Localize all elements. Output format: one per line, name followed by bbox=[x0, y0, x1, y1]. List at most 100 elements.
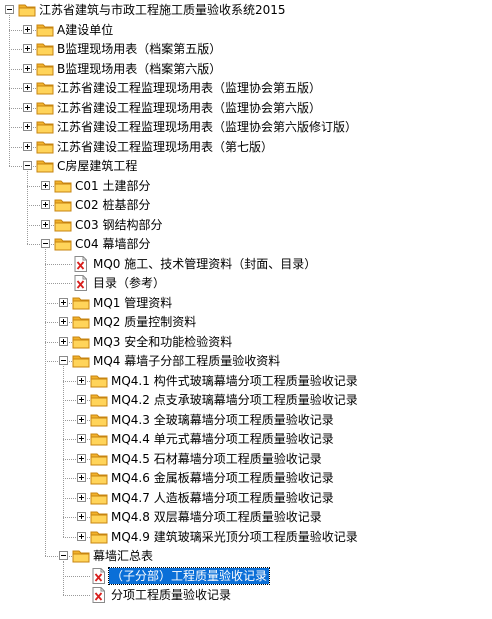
node-label[interactable]: 江苏省建设工程监理现场用表（第七版） bbox=[55, 139, 275, 155]
node-catalog[interactable]: 目录（参考） bbox=[0, 274, 492, 293]
node-label[interactable]: MQ4.1 构件式玻璃幕墙分项工程质量验收记录 bbox=[109, 373, 360, 389]
node-label[interactable]: C房屋建筑工程 bbox=[55, 158, 139, 174]
node-c01-civil[interactable]: C01 土建部分 bbox=[0, 177, 492, 196]
node-mq4-6[interactable]: MQ4.6 金属板幕墙分项工程质量验收记录 bbox=[0, 469, 492, 488]
node-mq4-7[interactable]: MQ4.7 人造板幕墙分项工程质量验收记录 bbox=[0, 489, 492, 508]
node-subdivision-record[interactable]: （子分部）工程质量验收记录 bbox=[0, 566, 492, 586]
node-js-supervision-6th-rev[interactable]: 江苏省建设工程监理现场用表（监理协会第六版修订版） bbox=[0, 118, 492, 137]
expand-toggle-icon[interactable] bbox=[41, 200, 50, 209]
node-mq4-2[interactable]: MQ4.2 点支承玻璃幕墙分项工程质量验收记录 bbox=[0, 391, 492, 410]
node-mq3[interactable]: MQ3 安全和功能检验资料 bbox=[0, 333, 492, 352]
node-label[interactable]: MQ3 安全和功能检验资料 bbox=[91, 334, 234, 350]
folder-icon bbox=[36, 22, 54, 38]
node-label[interactable]: MQ4.6 金属板幕墙分项工程质量验收记录 bbox=[109, 470, 336, 486]
collapse-toggle-icon[interactable] bbox=[59, 356, 68, 365]
expand-toggle-icon[interactable] bbox=[77, 492, 86, 502]
node-label[interactable]: 江苏省建设工程监理现场用表（监理协会第六版） bbox=[55, 100, 323, 116]
expand-toggle-icon[interactable] bbox=[23, 83, 32, 92]
node-label[interactable]: MQ4 幕墙子分部工程质量验收资料 bbox=[91, 353, 282, 369]
expand-toggle-icon[interactable] bbox=[77, 395, 86, 404]
collapse-toggle-icon[interactable] bbox=[41, 239, 50, 248]
node-mq4-4[interactable]: MQ4.4 单元式幕墙分项工程质量验收记录 bbox=[0, 430, 492, 449]
node-label[interactable]: A建设单位 bbox=[55, 22, 115, 38]
tree-root[interactable]: 江苏省建筑与市政工程施工质量验收系统2015 bbox=[0, 1, 492, 20]
node-label[interactable]: MQ4.5 石材幕墙分项工程质量验收记录 bbox=[109, 451, 324, 467]
node-label[interactable]: B监理现场用表（档案第六版） bbox=[55, 61, 223, 77]
expand-toggle-icon[interactable] bbox=[23, 24, 32, 34]
node-label[interactable]: C02 桩基部分 bbox=[73, 197, 152, 213]
expand-toggle-icon[interactable] bbox=[23, 102, 32, 112]
node-label[interactable]: MQ4.3 全玻璃幕墙分项工程质量验收记录 bbox=[109, 412, 336, 428]
node-mq0[interactable]: MQ0 施工、技术管理资料（封面、目录） bbox=[0, 255, 492, 274]
expand-toggle-icon[interactable] bbox=[59, 317, 68, 326]
folder-icon bbox=[36, 119, 54, 135]
expand-toggle-icon[interactable] bbox=[77, 453, 86, 463]
folder-icon bbox=[90, 490, 108, 506]
node-label[interactable]: 幕墙汇总表 bbox=[91, 548, 155, 564]
node-b-supervision-6th[interactable]: B监理现场用表（档案第六版） bbox=[0, 60, 492, 79]
node-mq1[interactable]: MQ1 管理资料 bbox=[0, 294, 492, 313]
node-label[interactable]: 江苏省建筑与市政工程施工质量验收系统2015 bbox=[37, 2, 288, 18]
expand-toggle-icon[interactable] bbox=[23, 63, 32, 73]
expand-toggle-icon[interactable] bbox=[23, 141, 32, 151]
folder-icon bbox=[90, 431, 108, 447]
node-label[interactable]: MQ2 质量控制资料 bbox=[91, 314, 198, 330]
folder-icon bbox=[90, 373, 108, 389]
pdf-document-icon bbox=[90, 587, 108, 603]
node-label[interactable]: MQ4.4 单元式幕墙分项工程质量验收记录 bbox=[109, 431, 336, 447]
expand-toggle-icon[interactable] bbox=[23, 44, 32, 53]
folder-icon bbox=[72, 548, 90, 564]
folder-icon bbox=[72, 353, 90, 369]
node-label[interactable]: MQ4.7 人造板幕墙分项工程质量验收记录 bbox=[109, 490, 336, 506]
expand-toggle-icon[interactable] bbox=[23, 122, 32, 131]
node-js-supervision-7th[interactable]: 江苏省建设工程监理现场用表（第七版） bbox=[0, 138, 492, 157]
folder-icon bbox=[72, 295, 90, 311]
expand-toggle-icon[interactable] bbox=[77, 375, 86, 385]
node-js-supervision-6th[interactable]: 江苏省建设工程监理现场用表（监理协会第六版） bbox=[0, 99, 492, 118]
node-label[interactable]: MQ1 管理资料 bbox=[91, 295, 174, 311]
node-a-construction-unit[interactable]: A建设单位 bbox=[0, 21, 492, 40]
expand-toggle-icon[interactable] bbox=[77, 512, 86, 521]
node-label[interactable]: 江苏省建设工程监理现场用表（监理协会第五版） bbox=[55, 80, 323, 96]
expand-toggle-icon[interactable] bbox=[41, 180, 50, 190]
collapse-toggle-icon[interactable] bbox=[23, 161, 32, 170]
node-mq4[interactable]: MQ4 幕墙子分部工程质量验收资料 bbox=[0, 352, 492, 371]
node-c02-pile[interactable]: C02 桩基部分 bbox=[0, 196, 492, 215]
node-label[interactable]: C01 土建部分 bbox=[73, 178, 152, 194]
node-label[interactable]: C03 钢结构部分 bbox=[73, 217, 164, 233]
node-curtain-summary[interactable]: 幕墙汇总表 bbox=[0, 547, 492, 566]
node-c04-curtain-wall[interactable]: C04 幕墙部分 bbox=[0, 235, 492, 254]
collapse-toggle-icon[interactable] bbox=[59, 551, 68, 560]
collapse-toggle-icon[interactable] bbox=[5, 5, 14, 14]
expand-toggle-icon[interactable] bbox=[41, 219, 50, 229]
expand-toggle-icon[interactable] bbox=[77, 434, 86, 443]
node-label[interactable]: MQ0 施工、技术管理资料（封面、目录） bbox=[91, 256, 318, 272]
node-b-supervision-5th[interactable]: B监理现场用表（档案第五版） bbox=[0, 40, 492, 59]
node-c03-steel[interactable]: C03 钢结构部分 bbox=[0, 216, 492, 235]
node-label[interactable]: C04 幕墙部分 bbox=[73, 236, 152, 252]
expand-toggle-icon[interactable] bbox=[59, 297, 68, 307]
tree-view[interactable]: 江苏省建筑与市政工程施工质量验收系统2015 A建设单位 B监理现场用表（档案第五版… bbox=[0, 0, 492, 619]
node-js-supervision-5th[interactable]: 江苏省建设工程监理现场用表（监理协会第五版） bbox=[0, 79, 492, 98]
node-mq4-3[interactable]: MQ4.3 全玻璃幕墙分项工程质量验收记录 bbox=[0, 411, 492, 430]
node-c-building[interactable]: C房屋建筑工程 bbox=[0, 157, 492, 176]
folder-icon bbox=[90, 529, 108, 545]
expand-toggle-icon[interactable] bbox=[77, 414, 86, 424]
node-subitem-record[interactable]: 分项工程质量验收记录 bbox=[0, 586, 492, 605]
expand-toggle-icon[interactable] bbox=[59, 336, 68, 346]
node-label[interactable]: MQ4.2 点支承玻璃幕墙分项工程质量验收记录 bbox=[109, 392, 360, 408]
node-label[interactable]: （子分部）工程质量验收记录 bbox=[107, 566, 271, 585]
node-label[interactable]: MQ4.8 双层幕墙分项工程质量验收记录 bbox=[109, 509, 324, 525]
node-label[interactable]: 目录（参考） bbox=[91, 275, 167, 291]
node-mq2[interactable]: MQ2 质量控制资料 bbox=[0, 313, 492, 332]
node-mq4-8[interactable]: MQ4.8 双层幕墙分项工程质量验收记录 bbox=[0, 508, 492, 527]
node-label[interactable]: B监理现场用表（档案第五版） bbox=[55, 41, 223, 57]
expand-toggle-icon[interactable] bbox=[77, 473, 86, 482]
node-label[interactable]: 江苏省建设工程监理现场用表（监理协会第六版修订版） bbox=[55, 119, 359, 135]
node-mq4-1[interactable]: MQ4.1 构件式玻璃幕墙分项工程质量验收记录 bbox=[0, 372, 492, 391]
node-mq4-9[interactable]: MQ4.9 建筑玻璃采光顶分项工程质量验收记录 bbox=[0, 528, 492, 547]
node-label[interactable]: MQ4.9 建筑玻璃采光顶分项工程质量验收记录 bbox=[109, 529, 360, 545]
node-mq4-5[interactable]: MQ4.5 石材幕墙分项工程质量验收记录 bbox=[0, 450, 492, 469]
expand-toggle-icon[interactable] bbox=[77, 531, 86, 541]
node-label[interactable]: 分项工程质量验收记录 bbox=[109, 587, 233, 603]
